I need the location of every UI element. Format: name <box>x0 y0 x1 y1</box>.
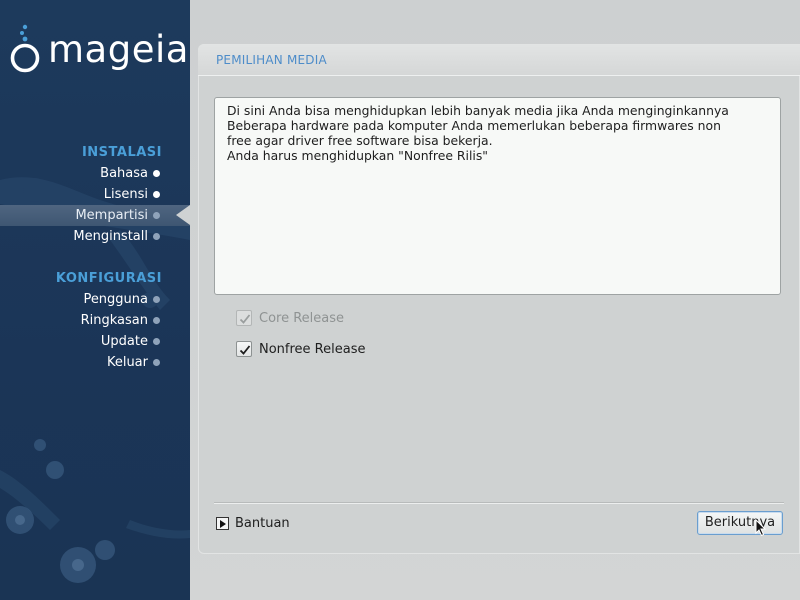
step-current-dot-icon <box>153 212 160 219</box>
step-pending-dot-icon <box>153 233 160 240</box>
next-button[interactable]: Berikutnya <box>697 511 783 535</box>
sidebar-item-label: Lisensi <box>103 187 148 202</box>
core-release-option: Core Release <box>236 308 344 328</box>
divider <box>214 502 784 504</box>
core-release-checkbox <box>236 310 252 326</box>
nav-section-instalasi: INSTALASI <box>81 145 162 160</box>
sidebar-item-label: Bahasa <box>100 166 148 181</box>
sidebar-item-ringkasan: Ringkasan <box>0 310 190 331</box>
step-done-dot-icon <box>153 191 160 198</box>
info-line: Beberapa hardware pada komputer Anda mem… <box>227 118 721 133</box>
sidebar-item-menginstall: Menginstall <box>0 226 190 247</box>
info-text-box: Di sini Anda bisa menghidupkan lebih ban… <box>214 97 781 295</box>
mouse-cursor-icon <box>755 519 767 537</box>
nonfree-release-checkbox[interactable] <box>236 341 252 357</box>
step-pending-dot-icon <box>153 359 160 366</box>
step-done-dot-icon <box>153 170 160 177</box>
sidebar: mageia INSTALASI Bahasa Lisensi Memparti… <box>0 0 190 600</box>
info-line: free agar driver free software bisa beke… <box>227 133 493 148</box>
checkmark-icon <box>239 314 251 324</box>
sidebar-item-mempartisi: Mempartisi <box>0 205 190 226</box>
sidebar-item-label: Ringkasan <box>80 313 148 328</box>
step-pending-dot-icon <box>153 317 160 324</box>
sidebar-item-label: Pengguna <box>83 292 148 307</box>
sidebar-item-label: Update <box>100 334 148 349</box>
info-line: Di sini Anda bisa menghidupkan lebih ban… <box>227 103 729 118</box>
help-label[interactable]: Bantuan <box>235 516 290 531</box>
checkmark-icon <box>239 345 251 355</box>
sidebar-item-update: Update <box>0 331 190 352</box>
brand-wordmark: mageia <box>48 28 189 71</box>
step-pending-dot-icon <box>153 296 160 303</box>
core-release-label: Core Release <box>259 310 345 326</box>
main-panel: PEMILIHAN MEDIA Di sini Anda bisa menghi… <box>198 44 800 554</box>
step-pending-dot-icon <box>153 338 160 345</box>
expand-arrow-icon[interactable] <box>216 516 229 530</box>
sidebar-item-label: Keluar <box>106 355 148 370</box>
nonfree-release-label[interactable]: Nonfree Release <box>259 342 365 357</box>
help-expander[interactable]: Bantuan <box>216 514 290 532</box>
sidebar-item-label: Menginstall <box>73 229 148 244</box>
nonfree-release-option[interactable]: Nonfree Release <box>236 339 365 359</box>
nav-section-konfigurasi: KONFIGURASI <box>55 271 162 286</box>
info-line: Anda harus menghidupkan "Nonfree Rilis" <box>227 148 489 163</box>
sidebar-item-keluar: Keluar <box>0 352 190 373</box>
sidebar-item-label: Mempartisi <box>75 208 148 223</box>
sidebar-item-lisensi: Lisensi <box>0 184 190 205</box>
page-title: PEMILIHAN MEDIA <box>216 53 327 67</box>
sidebar-item-pengguna: Pengguna <box>0 289 190 310</box>
panel-header: PEMILIHAN MEDIA <box>198 44 800 76</box>
sidebar-item-bahasa: Bahasa <box>0 163 190 184</box>
